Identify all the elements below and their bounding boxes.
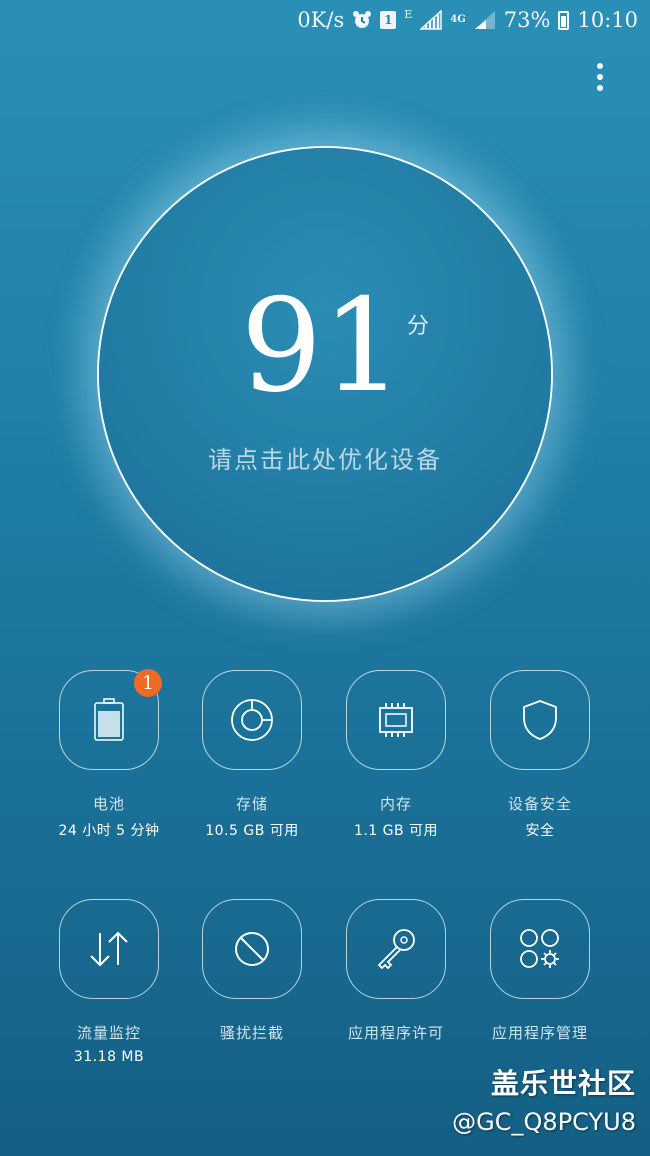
score-unit: 分 bbox=[407, 314, 430, 339]
tile-value: 24 小时 5 分钟 bbox=[58, 823, 160, 839]
tile-value: 10.5 GB 可用 bbox=[205, 823, 299, 839]
alarm-clock-icon bbox=[352, 10, 372, 30]
watermark-title: 盖乐世社区 bbox=[490, 1067, 636, 1100]
tile-value: 31.18 MB bbox=[73, 1049, 145, 1065]
tile-label: 流量监控 bbox=[76, 1024, 141, 1042]
optimize-hint: 请点击此处优化设备 bbox=[208, 446, 442, 474]
tile-call-block-box bbox=[202, 899, 302, 999]
tile-value: 1.1 GB 可用 bbox=[353, 823, 439, 839]
tile-memory[interactable]: 内存 1.1 GB 可用 bbox=[324, 670, 468, 840]
battery-icon bbox=[94, 698, 124, 741]
watermark: 盖乐世社区 @GC_Q8PCYU8 bbox=[452, 1062, 636, 1136]
tile-label: 内存 bbox=[379, 795, 412, 813]
network-type-e: E bbox=[404, 8, 413, 21]
network-speed: 0K/s bbox=[297, 8, 345, 32]
tile-label: 应用程序许可 bbox=[347, 1024, 444, 1042]
signal-strength-icon bbox=[420, 10, 443, 30]
more-options-icon[interactable] bbox=[586, 60, 614, 94]
signal-strength-icon bbox=[474, 11, 495, 29]
notification-badge: 1 bbox=[134, 669, 162, 697]
tile-app-permissions-box bbox=[346, 899, 446, 999]
tile-battery-box: 1 bbox=[59, 669, 162, 770]
optimize-score-button[interactable]: 91 分 请点击此处优化设备 bbox=[99, 148, 551, 600]
tile-label: 电池 bbox=[92, 795, 125, 813]
tile-value: 安全 bbox=[525, 823, 555, 839]
tile-label: 存储 bbox=[235, 795, 268, 813]
tile-call-block[interactable]: 骚扰拦截 bbox=[180, 899, 324, 1043]
score-value: 91 bbox=[240, 272, 404, 421]
tile-battery[interactable]: 1 电池 24 小时 5 分钟 bbox=[37, 669, 181, 840]
tile-app-permissions[interactable]: 应用程序许可 bbox=[324, 899, 468, 1043]
watermark-user: @GC_Q8PCYU8 bbox=[452, 1108, 636, 1136]
tile-label: 骚扰拦截 bbox=[219, 1024, 284, 1042]
tile-memory-box bbox=[346, 670, 446, 770]
network-type-4g: 4G bbox=[450, 14, 466, 25]
block-icon bbox=[235, 932, 269, 966]
tile-data-usage-box bbox=[59, 899, 159, 999]
storage-icon bbox=[231, 699, 273, 741]
status-bar: 0K/s 1 E 4G 73% 10:10 bbox=[0, 0, 650, 40]
shield-icon bbox=[523, 700, 557, 740]
tile-app-manager-box bbox=[490, 899, 590, 999]
clock: 10:10 bbox=[577, 8, 638, 32]
data-transfer-icon bbox=[90, 931, 128, 967]
battery-status-icon bbox=[558, 10, 570, 30]
tile-app-manager[interactable]: 应用程序管理 bbox=[468, 899, 612, 1043]
tile-storage[interactable]: 存储 10.5 GB 可用 bbox=[180, 670, 324, 840]
memory-chip-icon bbox=[379, 703, 413, 737]
tile-data-usage[interactable]: 流量监控 31.18 MB bbox=[37, 899, 181, 1065]
tile-storage-box bbox=[202, 670, 302, 770]
tile-security-box bbox=[490, 670, 590, 770]
battery-percent: 73% bbox=[503, 8, 551, 32]
tile-label: 设备安全 bbox=[507, 795, 572, 813]
key-icon bbox=[377, 929, 415, 970]
tile-security[interactable]: 设备安全 安全 bbox=[468, 670, 612, 840]
sim-card-icon: 1 bbox=[380, 11, 397, 29]
tile-label: 应用程序管理 bbox=[491, 1024, 588, 1042]
app-manager-icon bbox=[520, 929, 559, 968]
